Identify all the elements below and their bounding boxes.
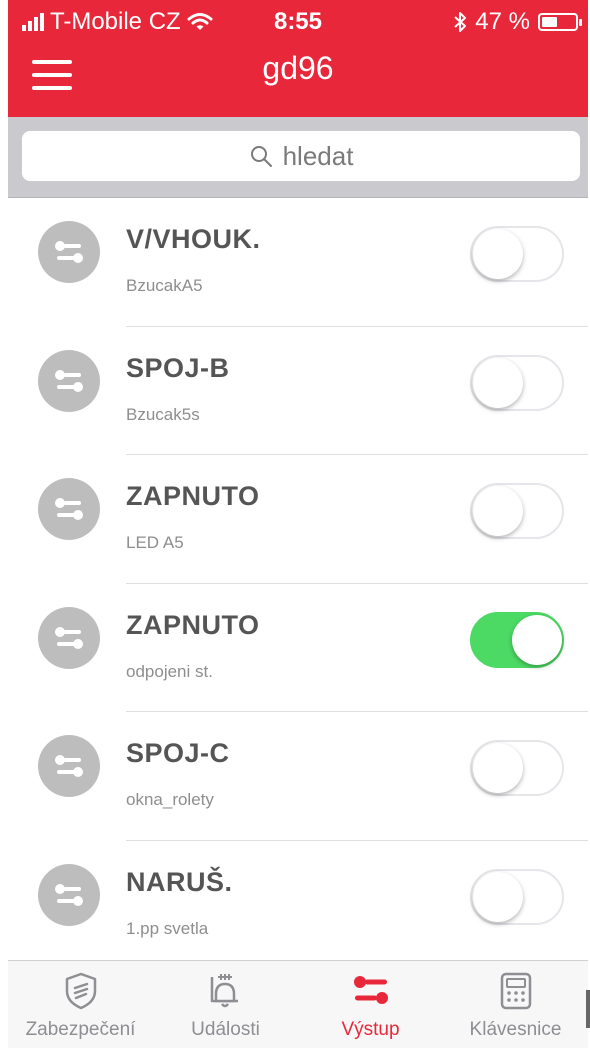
output-toggle[interactable] <box>470 740 564 796</box>
toggle-knob <box>473 871 523 922</box>
output-title: SPOJ-C <box>126 738 230 768</box>
output-subtitle: 1.pp svetla <box>126 918 209 938</box>
toggle-knob <box>473 229 523 279</box>
output-row[interactable]: SPOJ-B Bzucak5s <box>8 327 588 455</box>
output-toggle[interactable] <box>470 226 564 282</box>
output-title: V/VHOUK. <box>126 224 261 254</box>
app-header: T-Mobile CZ 8:55 47 % gd96 <box>8 0 588 117</box>
battery-percent: 47 % <box>475 8 530 35</box>
bluetooth-icon <box>454 12 467 32</box>
output-toggle[interactable] <box>470 611 564 668</box>
search-placeholder: hledat <box>282 140 354 171</box>
toggles-icon <box>55 755 83 777</box>
output-subtitle: odpojeni st. <box>126 661 213 681</box>
output-row[interactable]: ZAPNUTO LED A5 <box>8 455 588 584</box>
shield-icon <box>65 972 96 1010</box>
tab-label: Události <box>191 1019 260 1040</box>
bell-icon <box>210 974 238 1008</box>
search-input[interactable]: hledat <box>22 131 580 181</box>
tab-zabezpeceni[interactable]: Zabezpečení <box>8 961 153 1048</box>
output-list: V/VHOUK. BzucakA5 SPOJ-B Bzucak5s ZAPNUT… <box>8 198 588 960</box>
toggles-icon <box>55 241 83 263</box>
battery-fill <box>542 17 558 27</box>
tab-klavesnice[interactable]: Klávesnice <box>443 961 588 1048</box>
output-subtitle: LED A5 <box>126 533 184 552</box>
output-subtitle: okna_rolety <box>126 790 214 809</box>
output-row[interactable]: NARUŠ. 1.pp svetla <box>8 841 588 961</box>
output-subtitle: BzucakA5 <box>126 276 203 295</box>
output-row[interactable]: V/VHOUK. BzucakA5 <box>8 198 588 327</box>
output-title: NARUŠ. <box>126 866 233 897</box>
tab-label: Klávesnice <box>469 1019 562 1040</box>
toggles-icon <box>55 883 83 906</box>
output-icon <box>38 735 100 797</box>
output-icon <box>38 478 100 540</box>
search-icon <box>250 146 272 167</box>
tab-udalosti[interactable]: Události <box>153 961 298 1048</box>
toggles-icon <box>55 369 83 392</box>
output-row[interactable]: ZAPNUTO odpojeni st. <box>8 584 588 712</box>
search-bar: hledat <box>8 117 588 198</box>
page-title: gd96 <box>262 50 334 86</box>
battery-icon <box>538 13 582 31</box>
toggles-icon <box>55 498 83 520</box>
output-title: ZAPNUTO <box>126 609 260 640</box>
toggle-knob <box>473 486 523 536</box>
output-title: ZAPNUTO <box>126 481 260 511</box>
output-toggle[interactable] <box>470 354 564 411</box>
output-icon <box>38 606 100 669</box>
output-icon <box>38 349 100 412</box>
toggle-knob <box>473 357 523 408</box>
tab-label: Výstup <box>341 1019 400 1040</box>
tab-label: Zabezpečení <box>25 1019 136 1040</box>
output-icon <box>38 221 100 283</box>
output-toggle[interactable] <box>470 483 564 539</box>
status-right: 47 % <box>453 8 582 36</box>
output-subtitle: Bzucak5s <box>126 404 200 424</box>
output-icon <box>38 863 100 926</box>
toggle-knob <box>512 614 562 665</box>
toggles-icon <box>353 976 388 1004</box>
toggle-knob <box>473 743 523 793</box>
output-toggle[interactable] <box>470 868 564 925</box>
keypad-icon <box>500 972 531 1010</box>
tab-vystup[interactable]: Výstup <box>298 961 443 1048</box>
toggles-icon <box>55 626 83 649</box>
app-screen: T-Mobile CZ 8:55 47 % gd96 hledat V/VHOU… <box>0 0 590 1048</box>
scroll-indicator <box>586 990 590 1028</box>
output-title: SPOJ-B <box>126 352 230 383</box>
status-bar: T-Mobile CZ 8:55 47 % <box>8 0 588 44</box>
tab-bar: Zabezpečení Události Výstup Klávesnice <box>8 960 588 1048</box>
output-row[interactable]: SPOJ-C okna_rolety <box>8 712 588 841</box>
